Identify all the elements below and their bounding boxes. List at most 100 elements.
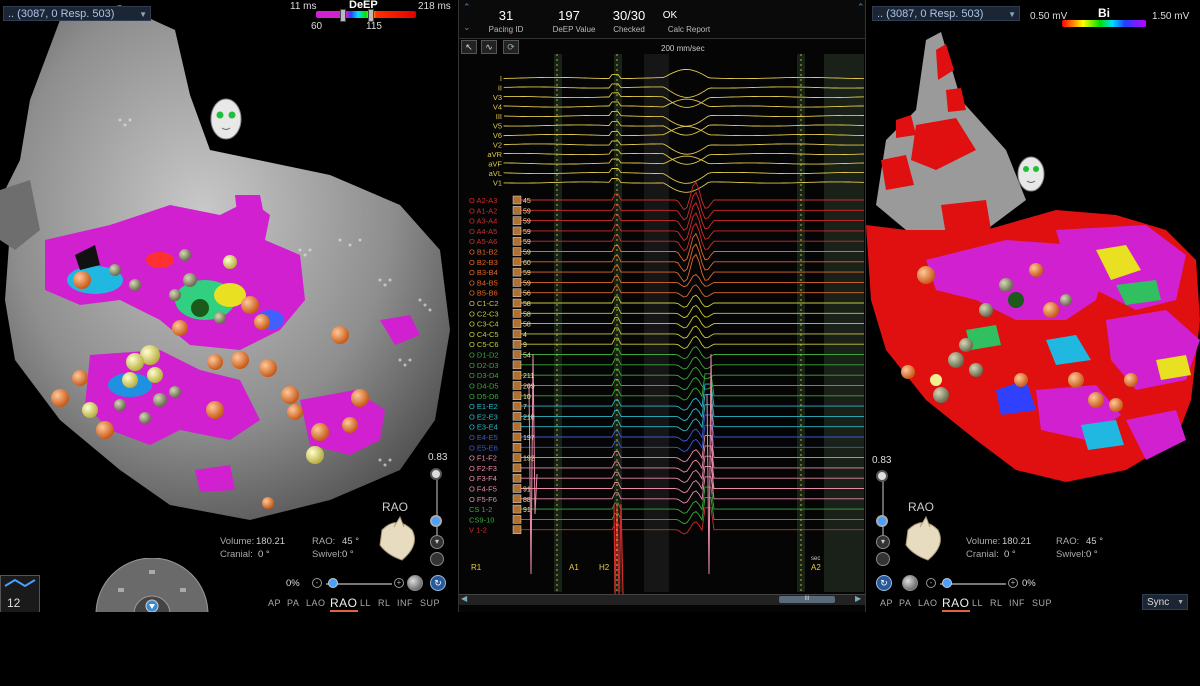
marker-label: H2 xyxy=(599,563,610,572)
egm-scrollbar[interactable]: ◀ III ▶ xyxy=(459,594,865,605)
catheter-trace xyxy=(519,455,864,483)
reset-view-icon[interactable] xyxy=(407,575,423,591)
view-rao[interactable]: RAO xyxy=(942,596,970,612)
lead-checkbox[interactable] xyxy=(512,453,522,462)
lead-checkbox[interactable] xyxy=(512,401,522,411)
lead-checkbox[interactable] xyxy=(512,432,522,442)
view-sup[interactable]: SUP xyxy=(420,598,440,608)
lead-checkbox[interactable] xyxy=(512,257,522,267)
view-ap[interactable]: AP xyxy=(268,598,281,608)
zoom-out-icon[interactable]: - xyxy=(926,578,936,588)
lead-checkbox[interactable] xyxy=(512,381,522,390)
right-map-view[interactable]: .. (3087, 0 Resp. 503) ▼ 0.50 mV Bi 1.50… xyxy=(866,0,1200,612)
calc-report-link[interactable]: Calc Report xyxy=(659,25,719,34)
lead-checkbox[interactable] xyxy=(512,412,522,421)
lead-checkbox[interactable] xyxy=(512,236,522,246)
lead-checkbox[interactable] xyxy=(512,391,522,401)
lead-checkbox[interactable] xyxy=(512,463,522,473)
zoom-slider-handle[interactable] xyxy=(942,578,952,588)
scroll-right-icon[interactable]: ▶ xyxy=(855,594,861,603)
lead-checkbox[interactable] xyxy=(512,494,522,504)
deep-lead-value: 4 xyxy=(523,332,527,339)
zoom-in-icon[interactable]: + xyxy=(394,578,404,588)
view-lao[interactable]: LAO xyxy=(918,598,938,608)
lead-checkbox[interactable] xyxy=(512,525,522,534)
lead-checkbox[interactable] xyxy=(512,422,522,431)
scroll-thumb[interactable]: III xyxy=(779,596,835,603)
egm-traces[interactable]: IIIV3V4IIIV5V6V2aVRaVFaVLV1O A2-A3O A1-A… xyxy=(459,54,865,594)
opacity-slider-track[interactable] xyxy=(436,470,438,540)
lead-checkbox[interactable] xyxy=(512,247,522,256)
view-ap[interactable]: AP xyxy=(880,598,893,608)
view-inf[interactable]: INF xyxy=(397,598,413,608)
view-inf[interactable]: INF xyxy=(1009,598,1025,608)
lead-checkbox[interactable] xyxy=(512,278,522,287)
deep-lead-value: 197 xyxy=(523,435,535,442)
collapse-icon[interactable]: ▾ xyxy=(876,535,890,549)
lead-label: O A3-A4 xyxy=(469,217,497,226)
view-ll[interactable]: LL xyxy=(972,598,983,608)
lead-checkbox[interactable] xyxy=(512,267,522,277)
zoom-in-icon[interactable]: + xyxy=(1008,578,1018,588)
zoom-slider-handle[interactable] xyxy=(328,578,338,588)
zoom-percent: 0% xyxy=(286,578,300,589)
lead-checkbox[interactable] xyxy=(512,319,522,328)
lead-checkbox[interactable] xyxy=(512,288,522,297)
view-lao[interactable]: LAO xyxy=(306,598,326,608)
view-rl[interactable]: RL xyxy=(378,598,391,608)
lead-checkbox[interactable] xyxy=(512,504,522,514)
lead-checkbox[interactable] xyxy=(512,298,522,308)
expand-up-icon[interactable]: ⌃ xyxy=(463,2,471,13)
view-rao[interactable]: RAO xyxy=(330,596,358,612)
lead-checkbox[interactable] xyxy=(512,339,522,349)
zoom-out-icon[interactable]: - xyxy=(312,578,322,588)
deep-lead-value: 211 xyxy=(523,373,534,380)
left-map-view[interactable]: .. (3087, 0 Resp. 503) ▼ 11 ms DeEP 218 … xyxy=(0,0,456,612)
rotate-icon[interactable]: ↻ xyxy=(430,575,446,591)
lead-label: V2 xyxy=(493,141,502,150)
lead-checkbox[interactable] xyxy=(512,206,522,215)
lead-checkbox[interactable] xyxy=(512,350,522,359)
navigation-compass[interactable] xyxy=(94,558,210,612)
view-pa[interactable]: PA xyxy=(899,598,911,608)
pointer-tool-icon[interactable]: ↖ xyxy=(461,40,477,54)
opacity-slider-handle[interactable] xyxy=(876,515,888,527)
lead-checkbox[interactable] xyxy=(512,443,522,452)
lead-checkbox[interactable] xyxy=(512,484,522,493)
expand-down-icon[interactable]: ⌄ xyxy=(463,22,471,33)
lead-checkbox[interactable] xyxy=(512,216,522,225)
opacity-slider-top[interactable] xyxy=(430,468,442,480)
lead-label: O F2-F3 xyxy=(469,464,497,473)
view-pa[interactable]: PA xyxy=(287,598,299,608)
left-map-dropdown[interactable]: .. (3087, 0 Resp. 503) ▼ xyxy=(3,6,151,21)
rotate-icon[interactable]: ↻ xyxy=(876,575,892,591)
display-toggle-icon[interactable] xyxy=(876,552,890,566)
display-toggle-icon[interactable] xyxy=(430,552,444,566)
lead-checkbox[interactable] xyxy=(512,226,522,236)
right-map-dropdown[interactable]: .. (3087, 0 Resp. 503) ▼ xyxy=(872,6,1020,21)
lead-checkbox[interactable] xyxy=(512,309,522,318)
wave-tool-icon[interactable]: ∿ xyxy=(481,40,497,54)
collapse-icon[interactable]: ▾ xyxy=(430,535,444,549)
sync-dropdown[interactable]: Sync ▼ xyxy=(1142,594,1188,610)
lead-checkbox[interactable] xyxy=(512,370,522,380)
view-ll[interactable]: LL xyxy=(360,598,371,608)
electrogram-panel[interactable]: ⌃ ⌄ 31 Pacing ID 197 DeEP Value 30/30 Ch… xyxy=(458,0,866,612)
lead-checkbox[interactable] xyxy=(512,195,522,205)
lead-label: O E2-E3 xyxy=(469,412,498,421)
mini-catheter-widget[interactable]: 12 xyxy=(0,575,40,612)
refresh-tool-icon[interactable]: ⟳ xyxy=(503,40,519,54)
view-rl[interactable]: RL xyxy=(990,598,1003,608)
lead-checkbox[interactable] xyxy=(512,515,522,524)
opacity-slider-handle[interactable] xyxy=(430,515,442,527)
lead-checkbox[interactable] xyxy=(512,360,522,370)
scale-lo-handle[interactable] xyxy=(340,9,346,22)
scroll-left-icon[interactable]: ◀ xyxy=(461,594,467,603)
opacity-slider-top[interactable] xyxy=(876,470,888,482)
panel-up-icon[interactable]: ⌃ xyxy=(857,2,865,13)
lead-checkbox[interactable] xyxy=(512,329,522,339)
reset-view-icon[interactable] xyxy=(902,575,918,591)
opacity-slider-track[interactable] xyxy=(882,472,884,542)
lead-checkbox[interactable] xyxy=(512,473,522,483)
view-sup[interactable]: SUP xyxy=(1032,598,1052,608)
